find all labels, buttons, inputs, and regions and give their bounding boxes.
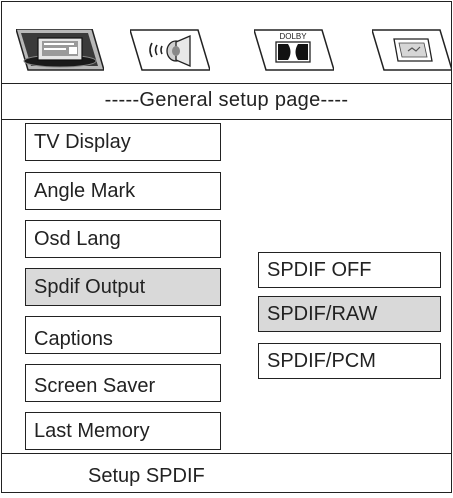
option-spdif-pcm[interactable]: SPDIF/PCM (258, 343, 441, 379)
preference-icon (372, 29, 452, 71)
dolby-label: DOLBY (279, 32, 307, 41)
tab-dolby-setup[interactable]: DOLBY (254, 29, 334, 71)
menu-item-osd-lang[interactable]: Osd Lang (25, 220, 221, 258)
menu-item-angle-mark[interactable]: Angle Mark (25, 172, 221, 210)
page-title: -----General setup page---- (2, 83, 451, 120)
tab-bar: DOLBY (2, 2, 452, 84)
menu-item-screen-saver[interactable]: Screen Saver (25, 364, 221, 402)
tab-general-setup[interactable] (16, 29, 104, 71)
setup-menu-window: DOLBY -----General setup page---- TV Dis… (1, 1, 452, 493)
option-spdif-off[interactable]: SPDIF OFF (258, 252, 441, 288)
audio-speaker-icon (130, 29, 210, 71)
dolby-digital-icon: DOLBY (254, 29, 334, 71)
menu-item-captions[interactable]: Captions (25, 316, 221, 354)
option-spdif-raw[interactable]: SPDIF/RAW (258, 296, 441, 332)
tab-audio-setup[interactable] (130, 29, 210, 71)
tab-preference-setup[interactable] (372, 29, 452, 71)
menu-item-spdif-output[interactable]: Spdif Output (25, 268, 221, 306)
status-bar: Setup SPDIF (2, 453, 451, 492)
general-setup-icon (16, 29, 104, 71)
menu-item-last-memory[interactable]: Last Memory (25, 412, 221, 450)
menu-item-tv-display[interactable]: TV Display (25, 123, 221, 161)
